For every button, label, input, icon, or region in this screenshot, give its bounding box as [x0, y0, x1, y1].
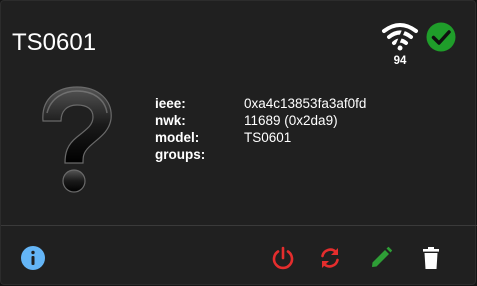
info-value: 0xa4c13853fa3af0fd	[244, 96, 367, 111]
info-row-groups: groups:	[155, 146, 455, 163]
info-value: TS0601	[244, 130, 292, 145]
info-row-ieee: ieee: 0xa4c13853fa3af0fd	[155, 95, 455, 112]
device-info-list: ieee: 0xa4c13853fa3af0fd nwk: 11689 (0x2…	[155, 95, 455, 163]
check-circle-icon	[426, 22, 456, 52]
edit-button[interactable]	[365, 242, 397, 274]
refresh-icon	[321, 248, 339, 268]
pencil-icon	[372, 246, 393, 267]
trash-icon	[423, 247, 439, 269]
info-icon	[21, 246, 45, 270]
signal-strength-value: 94	[393, 55, 407, 67]
info-label: nwk:	[155, 113, 186, 128]
delete-button[interactable]	[415, 242, 447, 274]
info-label: groups:	[155, 147, 206, 162]
footer-divider	[1, 225, 477, 226]
power-icon	[272, 246, 294, 270]
wifi-signal-icon	[382, 23, 418, 51]
info-row-model: model: TS0601	[155, 129, 455, 146]
info-label: ieee:	[155, 96, 186, 111]
device-title: TS0601	[12, 29, 97, 56]
info-value: 11689 (0x2da9)	[244, 113, 338, 128]
refresh-button[interactable]	[314, 242, 346, 274]
info-row-nwk: nwk: 11689 (0x2da9)	[155, 112, 455, 129]
info-button[interactable]	[17, 242, 49, 274]
info-label: model:	[155, 130, 200, 145]
device-card: TS0601 94 ieee: 0xa4c13853fa3af0fd nwk:	[0, 0, 477, 285]
power-button[interactable]	[267, 242, 299, 274]
question-mark-icon	[42, 86, 112, 193]
